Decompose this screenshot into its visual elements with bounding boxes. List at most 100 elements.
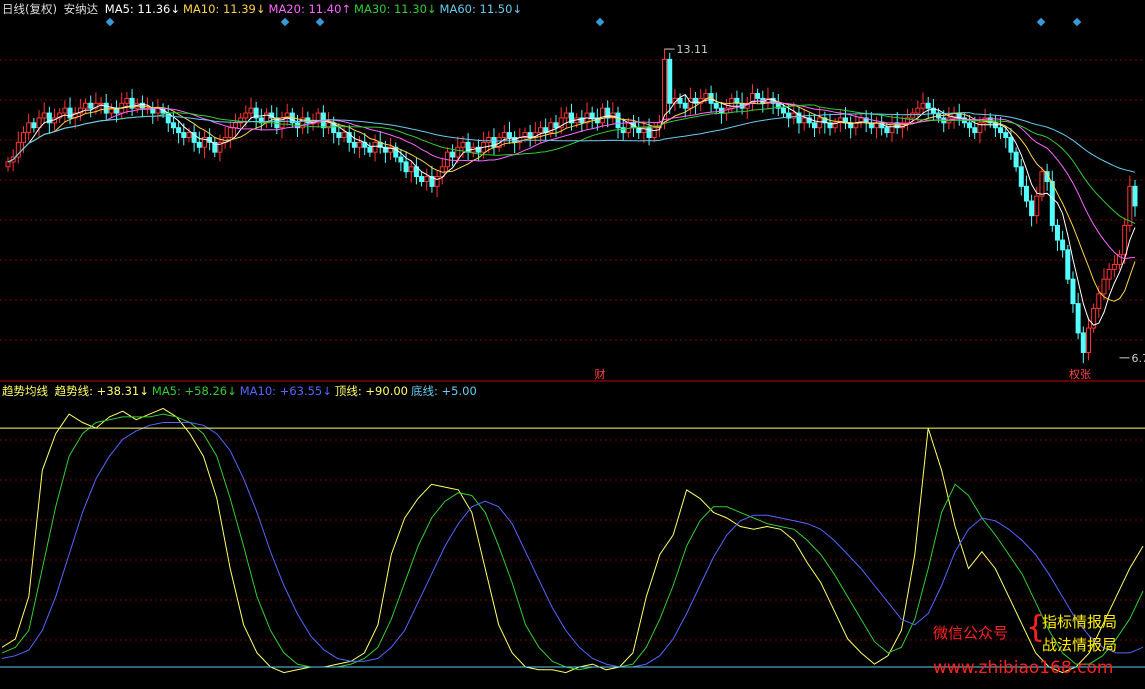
watermark-brand-2: 战法情报局 — [1042, 636, 1118, 654]
indicator-legend: 趋势均线 趋势线: +38.31↓ MA5: +58.26↓ MA10: +63.5… — [2, 384, 483, 398]
candle-body-218 — [1132, 185, 1138, 207]
candle-body-7 — [41, 112, 47, 119]
candle-body-3 — [21, 132, 27, 143]
candle-body-16 — [88, 102, 94, 109]
candle-body-213 — [1106, 268, 1112, 280]
candle-body-15 — [83, 102, 89, 109]
indicator-legend-item-0: 趋势线: +38.31↓ — [54, 384, 149, 398]
candle-body-34 — [181, 132, 187, 138]
candle-body-194 — [1008, 136, 1014, 153]
candle-body-96 — [501, 132, 507, 138]
candle-body-70 — [367, 146, 373, 153]
candle-body-208 — [1080, 332, 1086, 353]
watermark-url: www.zhibiao168.com — [933, 658, 1114, 678]
candle-body-150 — [780, 107, 786, 114]
candle-body-177 — [920, 102, 926, 109]
candle-body-35 — [186, 132, 192, 138]
candle-body-152 — [791, 112, 797, 119]
indicator-name: 趋势均线 — [2, 384, 48, 398]
candle-body-5 — [31, 122, 37, 129]
candle-body-206 — [1070, 278, 1076, 305]
indicator-legend-item-2: MA10: +63.55↓ — [239, 384, 332, 398]
candle-body-81 — [424, 176, 430, 182]
candle-body-196 — [1018, 166, 1024, 187]
candle-body-207 — [1075, 303, 1081, 334]
candle-body-131 — [682, 102, 688, 109]
candle-body-187 — [972, 127, 978, 134]
candle-body-71 — [372, 141, 378, 153]
candle-body-193 — [1003, 132, 1009, 138]
signal-diamond-2 — [315, 17, 325, 27]
candle-body-11 — [62, 107, 68, 114]
candle-body-205 — [1065, 249, 1071, 280]
ma-legend: MA5: 11.36↓ MA10: 11.39↓ MA20: 11.40↑ MA30:… — [105, 2, 525, 16]
price-legend: 日线(复权) 安纳达 MA5: 11.36↓ MA10: 11.39↓ MA20: … — [2, 2, 528, 16]
candle-body-64 — [336, 132, 342, 138]
candle-body-125 — [651, 127, 657, 138]
watermark-brand-1: 指标情报局 — [1042, 613, 1118, 631]
candle-body-200 — [1039, 171, 1045, 197]
chart-stage: 13.116.79财权张 日线(复权) 安纳达 MA5: 11.36↓MA10:… — [0, 0, 1145, 685]
candle-body-214 — [1111, 264, 1117, 270]
candle-body-202 — [1049, 180, 1055, 226]
candle-body-115 — [600, 107, 606, 124]
candle-body-128 — [667, 58, 673, 104]
candle-body-113 — [589, 112, 595, 119]
candle-body-98 — [512, 136, 518, 143]
candle-body-145 — [755, 93, 761, 99]
ma-legend-item-0: MA5: 11.36↓ — [104, 2, 180, 16]
event-mark-0: 财 — [595, 367, 606, 381]
candle-body-199 — [1034, 195, 1040, 217]
candle-body-86 — [450, 151, 456, 158]
candle-body-170 — [884, 127, 890, 134]
candle-body-212 — [1101, 278, 1107, 295]
candle-body-43 — [227, 127, 233, 138]
candle-body-186 — [967, 122, 973, 129]
signal-diamond-0 — [105, 17, 115, 27]
candle-body-4 — [26, 122, 32, 134]
candle-body-44 — [232, 122, 238, 129]
candle-body-32 — [170, 122, 176, 129]
indicator-legend-items: 趋势线: +38.31↓ MA5: +58.26↓ MA10: +63.55↓ 顶线:… — [55, 384, 480, 398]
candle-body-87 — [455, 146, 461, 158]
candle-body-211 — [1096, 293, 1102, 309]
candle-body-176 — [915, 107, 921, 114]
candle-body-0 — [5, 161, 11, 168]
signal-diamond-3 — [595, 17, 605, 27]
candle-body-6 — [36, 117, 42, 129]
candle-body-80 — [419, 176, 425, 182]
candle-body-18 — [98, 102, 104, 105]
candle-body-209 — [1085, 327, 1091, 353]
candle-body-217 — [1127, 185, 1133, 226]
candle-body-65 — [341, 132, 347, 138]
candle-body-216 — [1122, 224, 1128, 256]
candle-body-119 — [620, 127, 626, 134]
signal-diamond-5 — [1072, 17, 1082, 27]
candle-body-68 — [357, 141, 363, 148]
watermark-wechat: 微信公众号 — [933, 624, 1009, 642]
candle-body-67 — [351, 141, 357, 148]
annotation-low-label: 6.79 — [1131, 352, 1145, 365]
candle-body-198 — [1029, 200, 1035, 217]
candle-body-47 — [248, 107, 254, 114]
candle-body-46 — [243, 112, 249, 119]
candle-body-154 — [801, 117, 807, 124]
candle-body-106 — [553, 122, 559, 129]
candle-body-37 — [196, 141, 202, 148]
candle-body-33 — [176, 127, 182, 134]
candle-body-175 — [910, 112, 916, 119]
stock-chart: 13.11 6.79 财 权张 — [0, 17, 1145, 674]
signal-diamond-1 — [280, 17, 290, 27]
candle-body-77 — [403, 161, 409, 173]
candle-body-23 — [124, 97, 130, 104]
indicator-legend-item-3: 顶线: +90.00 — [334, 384, 408, 398]
candle-body-19 — [103, 102, 109, 114]
candle-body-197 — [1023, 185, 1029, 202]
indicator-legend-item-1: MA5: +58.26↓ — [151, 384, 237, 398]
candle-body-157 — [817, 117, 823, 129]
ma-legend-item-1: MA10: 11.39↓ — [183, 2, 266, 16]
candle-body-135 — [703, 93, 709, 99]
ma-legend-item-2: MA20: 11.40↑ — [268, 2, 352, 16]
candle-body-97 — [506, 132, 512, 138]
ma-legend-item-3: MA30: 11.30↓ — [354, 2, 437, 16]
